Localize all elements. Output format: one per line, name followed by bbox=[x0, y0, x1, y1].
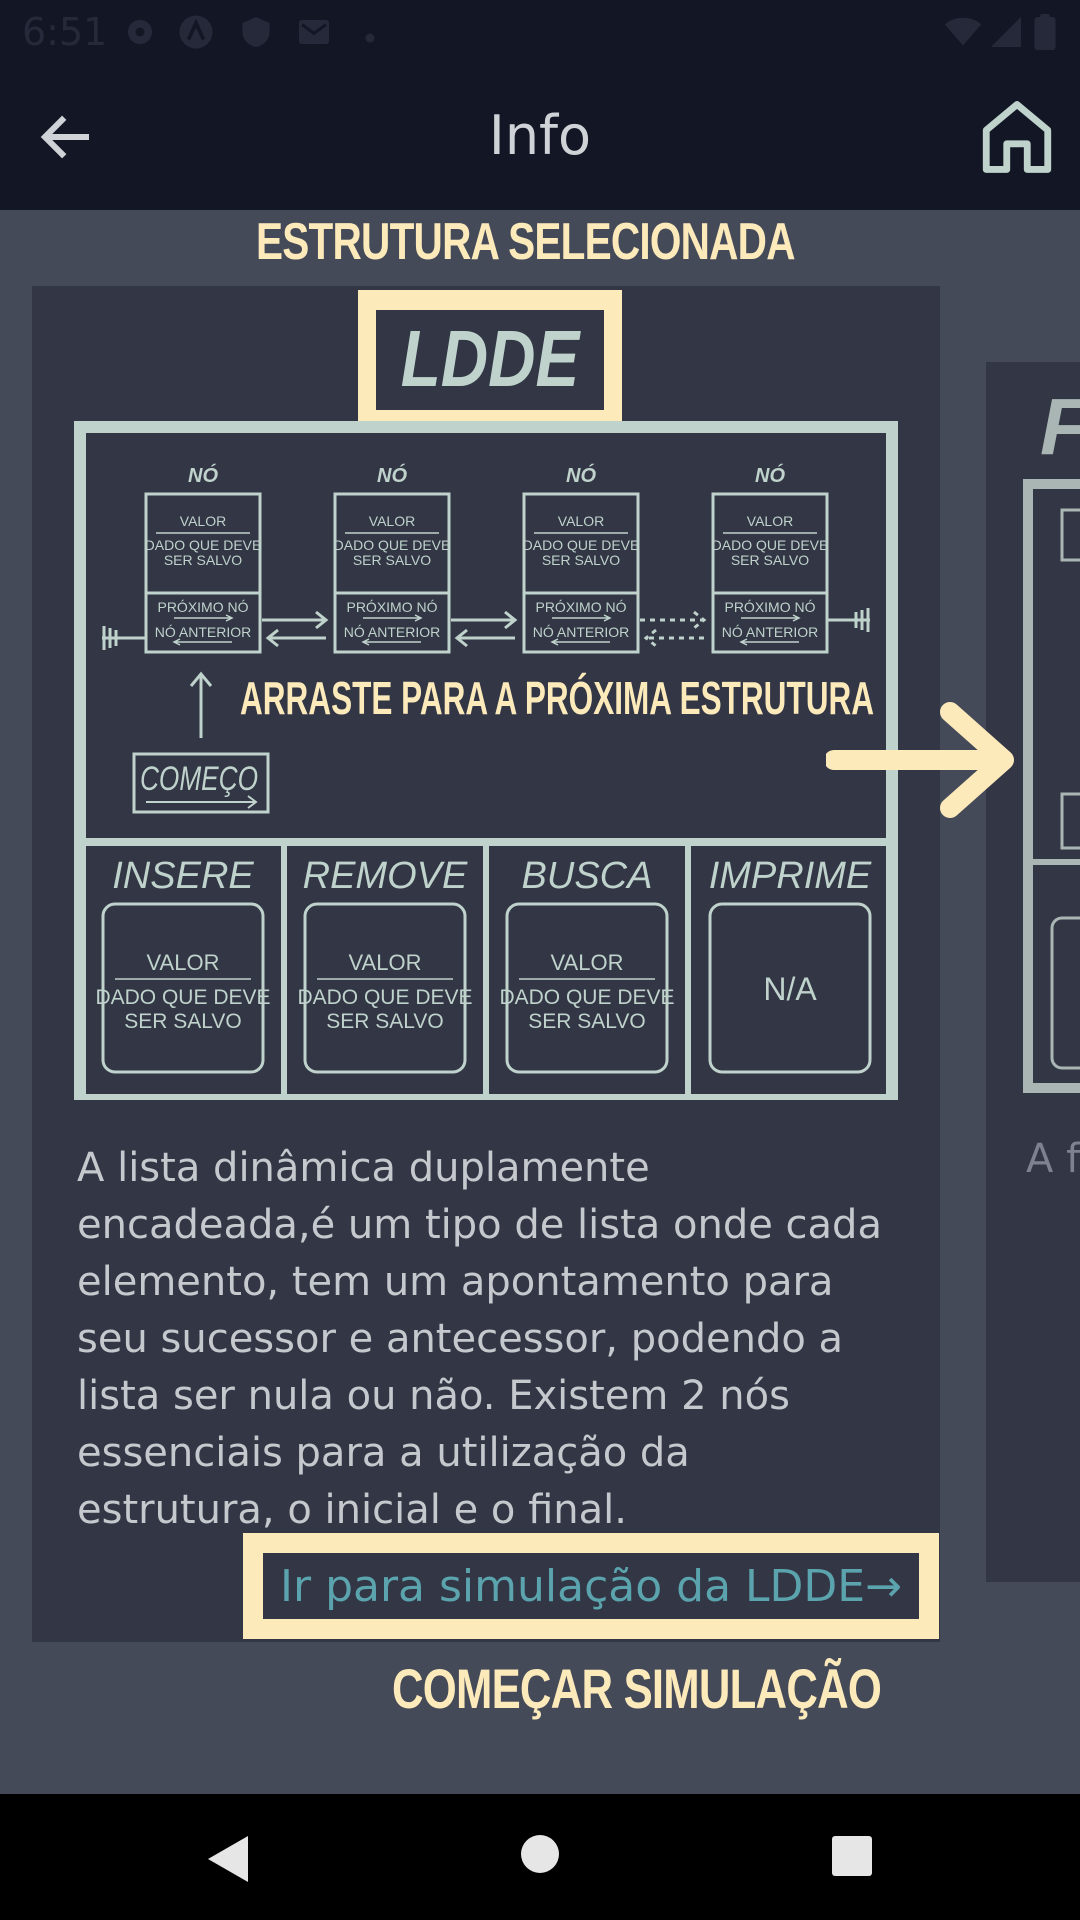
shield-icon bbox=[242, 17, 270, 47]
nav-recents-icon[interactable] bbox=[832, 1836, 872, 1876]
dot-icon bbox=[365, 33, 375, 43]
navigation-bar bbox=[0, 1794, 1080, 1920]
operation-name: INSERE bbox=[112, 855, 254, 897]
node-title: NÓ bbox=[755, 463, 785, 487]
operation-cell: IMPRIME N/A bbox=[708, 855, 872, 1074]
operation-value-desc: SER SALVO bbox=[528, 1010, 646, 1033]
page-title: Info bbox=[488, 104, 592, 167]
next-card-description: A fi line do iníc con bbox=[1026, 1136, 1080, 1182]
operation-name: BUSCA bbox=[522, 855, 653, 897]
swipe-hint: ARRASTE PARA A PRÓXIMA ESTRUTURA bbox=[240, 672, 874, 724]
node-value-desc: DADO QUE DEVE bbox=[712, 537, 829, 553]
operation-value-desc: SER SALVO bbox=[124, 1010, 242, 1033]
operation-cell: INSERE VALOR DADO QUE DEVESER SALVO bbox=[95, 855, 271, 1074]
selected-structure-caption: ESTRUTURA SELECIONADA bbox=[256, 213, 795, 271]
swipe-arrow-icon bbox=[826, 702, 1014, 818]
mail-icon bbox=[299, 20, 329, 44]
node-value-desc: DADO QUE DEVE bbox=[334, 537, 451, 553]
operation-value-label: VALOR bbox=[349, 950, 422, 975]
node-title: NÓ bbox=[566, 463, 596, 487]
operation-name: REMOVE bbox=[303, 855, 468, 897]
signal-icon bbox=[991, 17, 1021, 47]
operation-value-label: VALOR bbox=[147, 950, 220, 975]
node-value-label: VALOR bbox=[369, 513, 415, 529]
list-node: NÓ VALOR DADO QUE DEVESER SALVO PRÓXIMO NÓ N… bbox=[711, 463, 829, 654]
ldde-diagram: LDDE NÓVALORDADO QUE DEVESER SALVOPRÓXIM… bbox=[74, 290, 898, 1100]
operation-cell: BUSCA VALOR DADO QUE DEVESER SALVO bbox=[499, 855, 675, 1074]
node-next-label: PRÓXIMO NÓ bbox=[535, 599, 626, 615]
next-structure-card[interactable]: F A fi line do iníc con bbox=[986, 362, 1080, 1582]
badge-ldde: LDDE bbox=[401, 314, 582, 404]
start-simulation-caption: COMEÇAR SIMULAÇÃO bbox=[392, 1657, 882, 1720]
list-node: NÓ VALOR DADO QUE DEVESER SALVO PRÓXIMO NÓ N… bbox=[144, 463, 262, 654]
node-value-desc: SER SALVO bbox=[164, 552, 242, 568]
node-prev-label: NÓ ANTERIOR bbox=[155, 624, 251, 640]
node-title: NÓ bbox=[188, 463, 218, 487]
node-value-desc: SER SALVO bbox=[542, 552, 620, 568]
simulation-button-label[interactable]: Ir para simulação da LDDE→ bbox=[263, 1553, 919, 1619]
node-value-label: VALOR bbox=[180, 513, 226, 529]
node-value-label: VALOR bbox=[747, 513, 793, 529]
gear-icon bbox=[128, 20, 152, 44]
wifi-icon bbox=[945, 17, 981, 46]
node-value-desc: DADO QUE DEVE bbox=[145, 537, 262, 553]
status-bar: 6:51 bbox=[0, 0, 1080, 64]
node-prev-label: NÓ ANTERIOR bbox=[344, 624, 440, 640]
node-value-label: VALOR bbox=[558, 513, 604, 529]
operation-name: IMPRIME bbox=[709, 855, 872, 897]
start-label: COMEÇO bbox=[140, 760, 258, 798]
list-node: NÓ VALOR DADO QUE DEVESER SALVO PRÓXIMO NÓ N… bbox=[522, 463, 640, 654]
operation-value-desc: DADO QUE DEVE bbox=[95, 986, 270, 1009]
status-time: 6:51 bbox=[22, 10, 108, 54]
node-title: NÓ bbox=[377, 463, 407, 487]
node-next-label: PRÓXIMO NÓ bbox=[724, 599, 815, 615]
a-icon bbox=[179, 15, 213, 49]
node-list: NÓVALORDADO QUE DEVESER SALVOPRÓXIMO NÓN… bbox=[144, 463, 829, 654]
operation-value-label: VALOR bbox=[551, 950, 624, 975]
simulation-button[interactable]: Ir para simulação da LDDE→ bbox=[243, 1533, 939, 1639]
nav-back-icon[interactable] bbox=[204, 1834, 252, 1884]
app-bar: Info bbox=[0, 64, 1080, 210]
operation-value-desc: SER SALVO bbox=[326, 1010, 444, 1033]
operation-value-desc: DADO QUE DEVE bbox=[297, 986, 472, 1009]
node-value-desc: SER SALVO bbox=[731, 552, 809, 568]
next-card-badge: F bbox=[1040, 382, 1080, 471]
node-prev-label: NÓ ANTERIOR bbox=[533, 624, 629, 640]
node-prev-label: NÓ ANTERIOR bbox=[722, 624, 818, 640]
null-left-icon bbox=[102, 626, 146, 650]
node-next-label: PRÓXIMO NÓ bbox=[157, 599, 248, 615]
battery-icon bbox=[1034, 14, 1056, 50]
null-right-icon bbox=[828, 608, 870, 632]
structure-description: A lista dinâmica duplamente encadeada,é … bbox=[77, 1145, 882, 1533]
start-arrow-icon bbox=[189, 671, 213, 738]
nav-home-icon[interactable] bbox=[520, 1834, 560, 1874]
operation-value-label: N/A bbox=[763, 971, 817, 1007]
home-icon[interactable] bbox=[976, 96, 1058, 178]
node-next-label: PRÓXIMO NÓ bbox=[346, 599, 437, 615]
operation-cell: REMOVE VALOR DADO QUE DEVESER SALVO bbox=[297, 855, 473, 1074]
node-value-desc: DADO QUE DEVE bbox=[523, 537, 640, 553]
node-value-desc: SER SALVO bbox=[353, 552, 431, 568]
operation-value-desc: DADO QUE DEVE bbox=[499, 986, 674, 1009]
list-node: NÓ VALOR DADO QUE DEVESER SALVO PRÓXIMO NÓ N… bbox=[333, 463, 451, 654]
